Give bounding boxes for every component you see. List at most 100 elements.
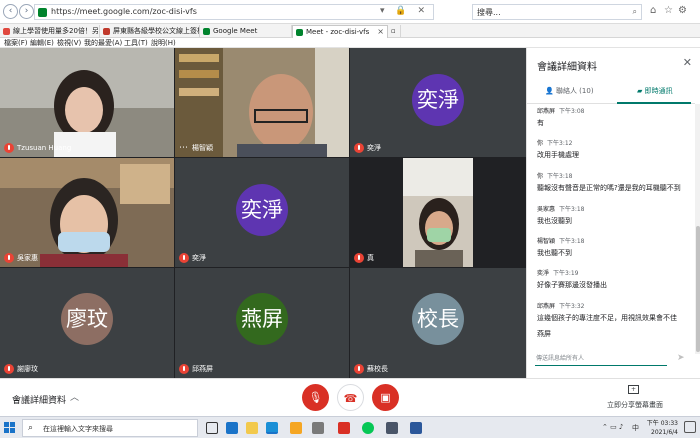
menu-tools[interactable]: 工具(T) [124, 38, 148, 48]
meeting-details-button[interactable]: 會議詳細資料 [12, 393, 66, 406]
tab-people-label: 聯絡人 (10) [555, 87, 594, 95]
participant-name-row: 謝廖玟 [4, 363, 38, 375]
folder-icon[interactable] [290, 422, 302, 434]
gear-icon[interactable]: ⚙ [678, 5, 687, 16]
participant-tile[interactable]: 吳家惠 [0, 158, 174, 267]
participant-name: 吳家惠 [17, 254, 38, 262]
hang-up-icon: ☎ [343, 392, 358, 405]
message-text: 這幾個孩子的專注度不足，用視訊效果會不佳 [537, 314, 677, 322]
participant-tile[interactable]: ⋯ 楊智穎 [175, 48, 349, 157]
refresh-icon[interactable]: ▾ 🔒 ✕ [380, 6, 429, 16]
camera-off-icon: ▣ [380, 391, 391, 404]
browser-tab-strip: 線上學習使用量多20倍！另一... 屏東縣各級學校公文線上簽核... Googl… [0, 24, 700, 38]
camera-toggle-button[interactable]: ▣ [372, 384, 399, 411]
menu-edit[interactable]: 編輯(E) [30, 38, 54, 48]
task-view-icon[interactable] [206, 422, 218, 434]
participant-video [175, 48, 349, 157]
menu-favorites[interactable]: 我的最愛(A) [84, 38, 122, 48]
mic-toggle-button[interactable]: 🎙 [302, 384, 329, 411]
message-time: 下午3:18 [559, 238, 585, 245]
browser-search-field[interactable]: 搜尋... ⌕ [472, 4, 642, 20]
tab-4-active[interactable]: Meet - zoc-disi-vfs × [292, 25, 388, 38]
clock-time: 下午 03:33 [646, 420, 678, 427]
menu-help[interactable]: 說明(H) [151, 38, 176, 48]
tab-label: 屏東縣各級學校公文線上簽核... [113, 27, 199, 35]
favorites-icon[interactable]: ☆ [664, 5, 673, 16]
participant-video [0, 48, 174, 157]
message-time: 下午3:18 [559, 206, 585, 213]
close-icon[interactable]: × [377, 26, 384, 38]
tab-3[interactable]: Google Meet [200, 25, 292, 38]
chevron-up-icon[interactable]: ︿ [70, 390, 79, 403]
back-icon[interactable]: ‹ [3, 4, 18, 19]
leave-call-button[interactable]: ☎ [337, 384, 364, 411]
mic-off-icon [354, 364, 364, 374]
participant-name-row: 真 [354, 252, 374, 264]
message-time: 下午3:12 [547, 140, 573, 147]
present-now-button[interactable]: 立即分享螢幕畫面 [607, 400, 663, 410]
participant-avatar: 廖玟 [61, 293, 113, 345]
new-tab-button[interactable]: ▫ [389, 25, 401, 38]
participant-name: 奕淨 [192, 254, 206, 262]
message-text: 好像子賽那邊沒發播出 [537, 281, 607, 289]
participant-tile[interactable]: 奕淨 奕淨 [350, 48, 526, 157]
message-text: 我也沒聽到 [537, 217, 572, 225]
app-icon[interactable] [386, 422, 398, 434]
forward-icon[interactable]: › [19, 4, 34, 19]
ie-icon[interactable] [266, 422, 278, 434]
close-icon[interactable]: ✕ [683, 56, 692, 69]
app-icon[interactable] [312, 422, 324, 434]
chat-message: 吳家惠 下午3:18 我也沒聽到 [537, 204, 695, 226]
acrobat-icon[interactable] [338, 422, 350, 434]
file-explorer-icon[interactable] [246, 422, 258, 434]
tray-icons[interactable]: ⌃ ▭ ♪ [602, 423, 623, 431]
chat-scrollbar-thumb[interactable] [696, 226, 700, 352]
participant-name: 真 [367, 254, 374, 262]
tab-1[interactable]: 線上學習使用量多20倍！另一... [0, 25, 100, 38]
chat-message: 邱燕屏 下午3:32 這幾個孩子的專注度不足，用視訊效果會不佳 [537, 301, 695, 323]
url-field[interactable]: https://meet.google.com/zoc-disi-vfs ▾ 🔒… [34, 4, 434, 20]
site-favicon-icon [38, 8, 47, 17]
taskbar-search[interactable]: ⌕ 在這裡輸入文字來搜尋 [22, 419, 198, 437]
menu-view[interactable]: 檢視(V) [57, 38, 81, 48]
participant-name: Tzusuan Huang [17, 144, 72, 152]
message-sender: 奕淨 [537, 270, 550, 277]
tab-people[interactable]: 👤 聯絡人 (10) [545, 86, 594, 96]
message-sender: 邱燕屏 [537, 303, 556, 310]
line-icon[interactable] [362, 422, 374, 434]
ime-indicator[interactable]: 中 [632, 423, 639, 433]
more-options-icon[interactable]: ⋯ [179, 143, 188, 153]
present-screen-icon[interactable]: + [628, 385, 639, 394]
participant-tile[interactable]: 燕屏 邱燕屏 [175, 268, 349, 378]
chat-message: 奕淨 下午3:19 好像子賽那邊沒發播出 [537, 268, 695, 290]
participant-tile[interactable]: 廖玟 謝廖玟 [0, 268, 174, 378]
participant-tile[interactable]: 校長 蘇校長 [350, 268, 526, 378]
participant-tile[interactable]: Tzusuan Huang [0, 48, 174, 157]
participant-video [0, 158, 174, 267]
notification-icon[interactable] [684, 421, 696, 433]
chat-input[interactable]: 傳送訊息給所有人 [535, 352, 667, 366]
home-icon[interactable]: ⌂ [650, 5, 656, 16]
menu-bar: 檔案(F) 編輯(E) 檢視(V) 我的最愛(A) 工具(T) 說明(H) [0, 38, 700, 48]
participant-grid: Tzusuan Huang ⋯ 楊智穎 奕淨 奕淨 吳家惠 奕淨 奕淨 真 廖玟… [0, 48, 526, 378]
participant-tile[interactable]: 真 [350, 158, 526, 267]
tab-chat[interactable]: ▰ 即時通訊 [637, 86, 673, 96]
menu-file[interactable]: 檔案(F) [4, 38, 28, 48]
windows-start-icon[interactable] [4, 422, 16, 434]
windows-taskbar: ⌕ 在這裡輸入文字來搜尋 ⌃ ▭ ♪ 中 下午 03:33 2021/6/4 [0, 416, 700, 438]
tab-2[interactable]: 屏東縣各級學校公文線上簽核... [100, 25, 200, 38]
search-icon[interactable]: ⌕ [633, 7, 637, 17]
participant-name: 邱燕屏 [192, 365, 213, 373]
taskbar-clock[interactable]: 下午 03:33 2021/6/4 [647, 419, 678, 437]
message-text: 有 [537, 119, 544, 127]
chat-message: 燕屏 [537, 326, 695, 339]
edge-icon[interactable] [226, 422, 238, 434]
message-text: 燕屏 [537, 330, 551, 338]
panel-title: 會議詳細資料 [537, 62, 597, 73]
participant-avatar: 校長 [412, 293, 464, 345]
send-icon[interactable]: ➤ [677, 353, 685, 363]
participant-tile[interactable]: 奕淨 奕淨 [175, 158, 349, 267]
message-sender: 吳家惠 [537, 206, 556, 213]
mic-off-icon [354, 253, 364, 263]
word-icon[interactable] [410, 422, 422, 434]
